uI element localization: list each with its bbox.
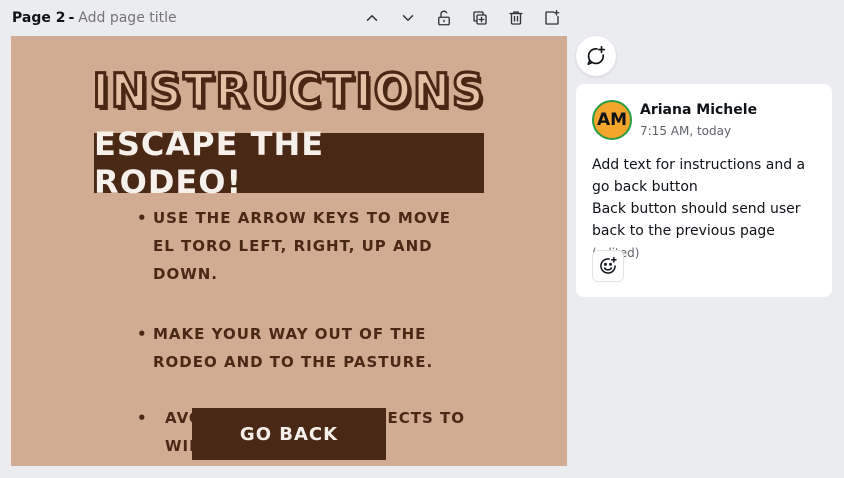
add-reaction-button[interactable] <box>592 250 624 282</box>
comment-timestamp: 7:15 AM, today <box>640 124 732 138</box>
page-label: Page 2 <box>12 10 66 26</box>
avatar-initials: AM <box>596 110 628 130</box>
unlock-icon <box>438 10 450 26</box>
add-page-icon <box>545 9 560 25</box>
comment-author: Ariana Michele <box>640 102 758 118</box>
comment-body: Add text for instructions and a go back … <box>592 154 822 264</box>
instruction-item: MAKE YOUR WAY OUT OF THE RODEO AND TO TH… <box>137 320 477 376</box>
comment-line-2: Back button should send user back to the… <box>592 198 822 264</box>
go-back-label: GO BACK <box>239 423 339 445</box>
instruction-item: USE THE ARROW KEYS TO MOVE EL TORO LEFT,… <box>137 204 477 288</box>
page-toolbar <box>360 6 564 30</box>
title-banner[interactable]: ESCAPE THE RODEO! <box>94 125 484 201</box>
delete-page-button[interactable] <box>504 6 528 30</box>
chevron-up-icon <box>366 15 378 21</box>
duplicate-page-button[interactable] <box>468 6 492 30</box>
comment-card: AM Ariana Michele 7:15 AM, today Add tex… <box>576 84 832 297</box>
emoji-add-icon <box>600 256 617 274</box>
page-title-input[interactable] <box>78 10 239 26</box>
lock-page-button[interactable] <box>432 6 456 30</box>
add-comment-button[interactable] <box>576 36 616 76</box>
instructions-heading[interactable]: INSTRUCTIONS <box>11 63 567 120</box>
move-page-up-button[interactable] <box>360 6 384 30</box>
comment-line: Add text for instructions and a go back … <box>592 157 806 195</box>
trash-icon <box>509 11 523 25</box>
go-back-button[interactable]: GO BACK <box>192 408 386 460</box>
design-canvas[interactable]: INSTRUCTIONS ESCAPE THE RODEO! USE THE A… <box>11 36 567 466</box>
comment-add-icon <box>587 46 606 66</box>
page-dash: - <box>68 10 75 26</box>
banner-text: ESCAPE THE RODEO! <box>94 125 325 201</box>
avatar[interactable]: AM <box>592 100 632 140</box>
chevron-down-icon <box>402 15 414 21</box>
duplicate-icon <box>473 11 487 25</box>
add-page-button[interactable] <box>540 6 564 30</box>
comment-line-text: Back button should send user back to the… <box>592 201 801 239</box>
move-page-down-button[interactable] <box>396 6 420 30</box>
